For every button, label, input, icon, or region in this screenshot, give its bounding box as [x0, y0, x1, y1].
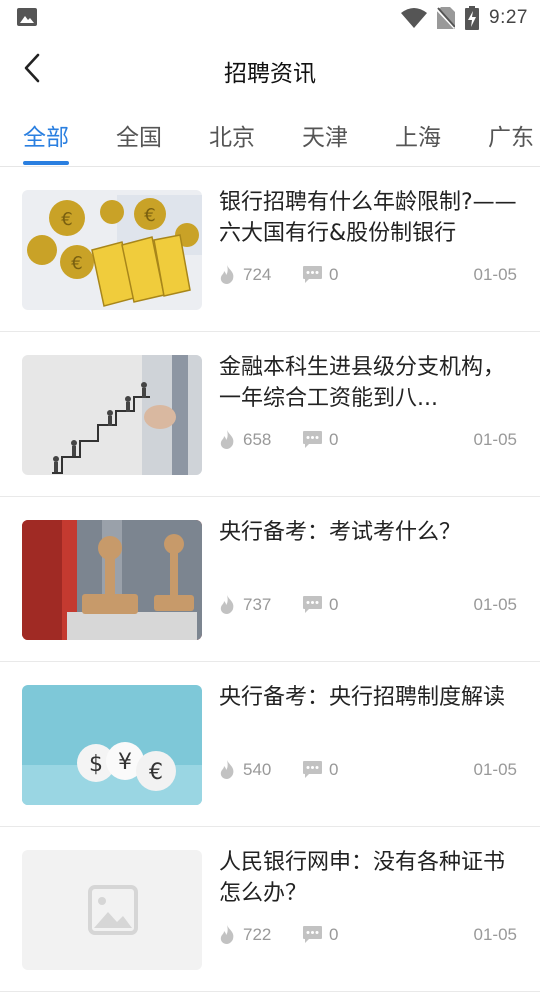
publish-date: 01-05 [473, 595, 517, 614]
top-app-bar: 招聘资讯 [0, 36, 540, 102]
article-thumbnail: $ ¥ € [22, 685, 202, 805]
comment-icon [303, 266, 322, 283]
comment-count: 0 [329, 595, 339, 614]
article-thumbnail [22, 355, 202, 475]
tab-guangdong[interactable]: 广东 [488, 118, 534, 152]
publish-date: 01-05 [473, 925, 517, 944]
tab-shanghai[interactable]: 上海 [395, 118, 441, 152]
comment-icon [303, 926, 322, 943]
svg-text:€: € [61, 209, 72, 230]
article-thumbnail: € € € [22, 190, 202, 310]
gallery-notification-icon [17, 8, 37, 26]
article-meta: 724 0 01-05 [219, 263, 517, 287]
comment-icon [303, 596, 322, 613]
flame-icon [220, 760, 234, 779]
active-tab-indicator [23, 161, 69, 165]
comment-count: 0 [329, 265, 339, 284]
article-title: 央行备考：考试考什么？ [219, 520, 462, 545]
flame-icon [220, 430, 234, 449]
svg-text:¥: ¥ [118, 750, 132, 775]
view-count: 722 [243, 925, 272, 944]
list-item[interactable]: 人民银行网申：没有各种证书怎么办？ 722 0 01-05 [0, 827, 540, 992]
list-item[interactable]: $ ¥ € 央行备考：央行招聘制度解读 540 0 01-05 [0, 662, 540, 827]
article-meta: 722 0 01-05 [219, 923, 517, 947]
flame-icon [220, 595, 234, 614]
tab-nationwide[interactable]: 全国 [116, 118, 162, 152]
comment-icon [303, 761, 322, 778]
region-tabs: 全部 全国 北京 天津 上海 广东 [0, 104, 540, 167]
flame-icon [220, 265, 234, 284]
view-count: 658 [243, 430, 272, 449]
publish-date: 01-05 [473, 265, 517, 284]
view-count: 737 [243, 595, 272, 614]
comment-count: 0 [329, 925, 339, 944]
view-count: 724 [243, 265, 272, 284]
article-meta: 737 0 01-05 [219, 593, 517, 617]
comment-count: 0 [329, 430, 339, 449]
comment-count: 0 [329, 760, 339, 779]
article-meta: 540 0 01-05 [219, 758, 517, 782]
status-bar: 9:27 [0, 0, 540, 36]
tab-tianjin[interactable]: 天津 [302, 118, 348, 152]
tab-beijing[interactable]: 北京 [209, 118, 255, 152]
publish-date: 01-05 [473, 760, 517, 779]
article-meta: 658 0 01-05 [219, 428, 517, 452]
comment-icon [303, 431, 322, 448]
battery-charging-icon [465, 6, 480, 30]
svg-text:€: € [71, 253, 82, 274]
clock: 9:27 [489, 7, 528, 28]
no-sim-icon [437, 7, 456, 29]
article-title: 银行招聘有什么年龄限制?——六大国有行&股份制银行 [219, 190, 517, 246]
list-item[interactable]: 央行备考：考试考什么？ 737 0 01-05 [0, 497, 540, 662]
svg-text:€: € [144, 205, 155, 226]
list-item[interactable]: 金融本科生进县级分支机构，一年综合工资能到八... 658 0 01-05 [0, 332, 540, 497]
flame-icon [220, 925, 234, 944]
article-thumbnail [22, 850, 202, 970]
article-title: 央行备考：央行招聘制度解读 [219, 685, 506, 710]
tab-all[interactable]: 全部 [23, 118, 69, 152]
wifi-icon [401, 8, 428, 28]
view-count: 540 [243, 760, 272, 779]
article-list: € € € 银行招聘有什么年龄限制?——六大国有行&股份制银行 724 0 01-0… [0, 167, 540, 992]
article-thumbnail [22, 520, 202, 640]
svg-text:$: $ [89, 752, 103, 777]
publish-date: 01-05 [473, 430, 517, 449]
list-item[interactable]: € € € 银行招聘有什么年龄限制?——六大国有行&股份制银行 724 0 01-0… [0, 167, 540, 332]
svg-text:€: € [149, 760, 163, 785]
article-title: 人民银行网申：没有各种证书怎么办？ [219, 850, 506, 906]
page-title: 招聘资讯 [224, 61, 316, 87]
article-title: 金融本科生进县级分支机构，一年综合工资能到八... [219, 355, 506, 411]
